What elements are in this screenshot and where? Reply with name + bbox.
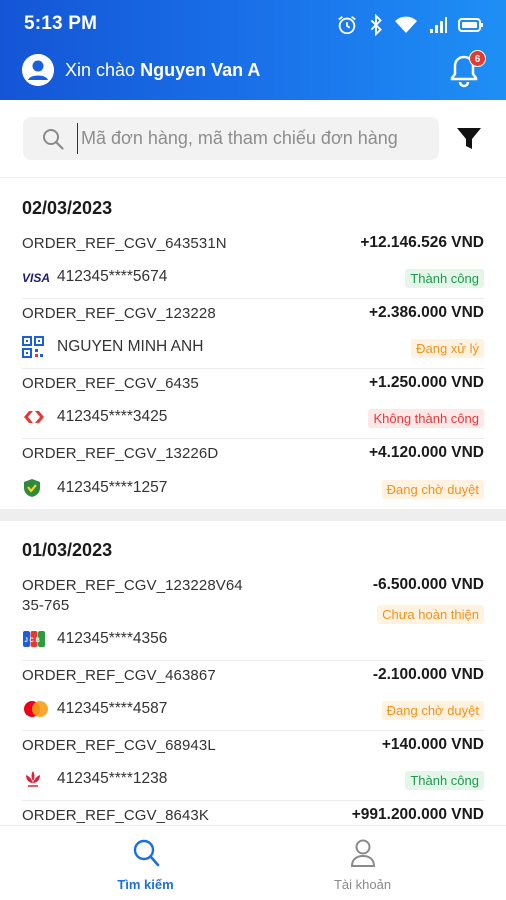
group-date: 02/03/2023 bbox=[22, 198, 113, 218]
amount: -2.100.000 VND bbox=[372, 666, 484, 683]
status-badge: Đang chờ duyệt bbox=[381, 480, 484, 499]
qr-code-icon bbox=[22, 336, 52, 358]
transaction-row[interactable]: ORDER_REF_CGV_68943L +140.000 VND 412345… bbox=[22, 731, 484, 801]
search-icon bbox=[41, 127, 65, 156]
amount: +1.250.000 VND bbox=[368, 374, 484, 391]
amount: +991.200.000 VND bbox=[351, 806, 484, 823]
payment-method: VISA 412345****5674 bbox=[22, 267, 167, 287]
napas-icon bbox=[22, 407, 52, 427]
nav-tab-search[interactable]: Tìm kiếm bbox=[19, 826, 272, 900]
amount: +4.120.000 VND bbox=[368, 444, 484, 461]
group-divider bbox=[0, 509, 506, 521]
svg-text:VISA: VISA bbox=[22, 271, 50, 284]
payment-method: J C B 412345****4356 bbox=[22, 629, 167, 649]
filter-icon bbox=[457, 128, 481, 149]
date-group: 01/03/2023 ORDER_REF_CGV_123228V64 35-76… bbox=[0, 521, 506, 825]
status-badge: Thành công bbox=[405, 269, 484, 288]
search-box[interactable] bbox=[23, 117, 439, 160]
greeting-row: Xin chào Nguyen Van A 6 bbox=[22, 50, 486, 88]
status-badge: Đang chờ duyệt bbox=[381, 701, 484, 720]
amount: +12.146.526 VND bbox=[360, 234, 484, 251]
order-ref: ORDER_REF_CGV_463867 bbox=[22, 667, 216, 684]
transaction-list[interactable]: 02/03/2023 ORDER_REF_CGV_643531N +12.146… bbox=[0, 179, 506, 825]
payment-method: 412345****3425 bbox=[22, 407, 167, 427]
nav-label-account: Tài khoản bbox=[333, 877, 392, 892]
status-badge: Chưa hoàn thiện bbox=[377, 605, 484, 624]
transaction-row[interactable]: ORDER_REF_CGV_8643K +991.200.000 VND bbox=[22, 801, 484, 825]
jcb-icon: J C B bbox=[22, 629, 52, 649]
svg-text:J C B: J C B bbox=[25, 638, 41, 644]
nav-label-search: Tìm kiếm bbox=[117, 877, 174, 892]
transaction-row[interactable]: ORDER_REF_CGV_6435 +1.250.000 VND 412345… bbox=[22, 369, 484, 439]
payment-method: 412345****1257 bbox=[22, 478, 167, 498]
amount: +2.386.000 VND bbox=[368, 304, 484, 321]
order-ref: ORDER_REF_CGV_13226D bbox=[22, 445, 219, 462]
visa-icon: VISA bbox=[22, 267, 52, 287]
greeting-text: Xin chào Nguyen Van A bbox=[65, 60, 260, 81]
shield-bank-icon bbox=[22, 478, 52, 498]
app-header: 5:13 PM Xin chào Nguyen Van A 6 bbox=[0, 0, 506, 100]
card-number: 412345****1238 bbox=[57, 770, 168, 787]
user-icon bbox=[349, 838, 377, 873]
card-number: 412345****3425 bbox=[57, 408, 168, 425]
mastercard-icon bbox=[22, 699, 52, 719]
date-group: 02/03/2023 ORDER_REF_CGV_643531N +12.146… bbox=[0, 179, 506, 509]
card-holder-name: NGUYEN MINH ANH bbox=[57, 338, 204, 355]
order-ref: ORDER_REF_CGV_123228V64 35-765 bbox=[22, 577, 243, 614]
amount: -6.500.000 VND bbox=[372, 576, 484, 593]
card-number: 412345****5674 bbox=[57, 268, 168, 285]
amount: +140.000 VND bbox=[381, 736, 484, 753]
transaction-row[interactable]: ORDER_REF_CGV_13226D +4.120.000 VND 4123… bbox=[22, 439, 484, 509]
card-number: 412345****4587 bbox=[57, 700, 168, 717]
transaction-row[interactable]: ORDER_REF_CGV_123228V64 35-765 -6.500.00… bbox=[22, 571, 484, 661]
notification-button[interactable]: 6 bbox=[448, 50, 486, 88]
status-badge: Đang xử lý bbox=[411, 339, 484, 358]
search-input[interactable] bbox=[77, 123, 427, 154]
order-ref: ORDER_REF_CGV_6435 bbox=[22, 375, 199, 392]
payment-method: NGUYEN MINH ANH bbox=[22, 336, 204, 358]
status-badge: Thành công bbox=[405, 771, 484, 790]
greeting-label: Xin chào bbox=[65, 60, 136, 80]
status-icons bbox=[336, 14, 484, 36]
status-time: 5:13 PM bbox=[24, 13, 98, 34]
transaction-row[interactable]: ORDER_REF_CGV_643531N +12.146.526 VND VI… bbox=[22, 229, 484, 299]
lotus-bank-icon bbox=[22, 769, 52, 789]
bottom-navigation: Tìm kiếm Tài khoản bbox=[0, 825, 506, 900]
order-ref: ORDER_REF_CGV_68943L bbox=[22, 737, 216, 754]
battery-icon bbox=[458, 17, 484, 33]
transaction-row[interactable]: ORDER_REF_CGV_463867 -2.100.000 VND 4123… bbox=[22, 661, 484, 731]
avatar[interactable] bbox=[22, 54, 54, 86]
user-avatar-icon bbox=[22, 54, 54, 86]
bluetooth-icon bbox=[368, 14, 384, 36]
card-number: 412345****4356 bbox=[57, 630, 168, 647]
user-name: Nguyen Van A bbox=[140, 60, 261, 80]
card-number: 412345****1257 bbox=[57, 479, 168, 496]
status-badge: Không thành công bbox=[368, 409, 484, 428]
notification-badge: 6 bbox=[469, 50, 486, 67]
order-ref: ORDER_REF_CGV_643531N bbox=[22, 235, 227, 252]
filter-button[interactable] bbox=[455, 126, 483, 152]
transaction-row[interactable]: ORDER_REF_CGV_123228 +2.386.000 VND NGUY… bbox=[22, 299, 484, 369]
alarm-icon bbox=[336, 14, 358, 36]
status-bar: 5:13 PM bbox=[0, 10, 506, 40]
search-icon bbox=[132, 838, 160, 873]
order-ref: ORDER_REF_CGV_123228 bbox=[22, 305, 216, 322]
payment-method: 412345****4587 bbox=[22, 699, 167, 719]
order-ref: ORDER_REF_CGV_8643K bbox=[22, 807, 209, 824]
group-date: 01/03/2023 bbox=[22, 540, 113, 560]
wifi-icon bbox=[394, 15, 418, 35]
search-area bbox=[0, 100, 506, 178]
nav-tab-account[interactable]: Tài khoản bbox=[236, 826, 489, 900]
payment-method: 412345****1238 bbox=[22, 769, 167, 789]
signal-icon bbox=[428, 15, 448, 35]
